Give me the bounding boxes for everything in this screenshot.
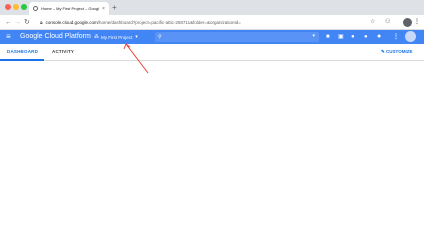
- tab-dashboard[interactable]: DASHBOARD: [7, 49, 38, 54]
- terminal-icon[interactable]: ▣: [338, 33, 344, 41]
- search-icon: ⚲: [158, 34, 162, 40]
- cloud-header: ≡ Google Cloud Platform ⁂ My First Proje…: [0, 30, 424, 44]
- avatar[interactable]: [405, 31, 416, 42]
- star-icon[interactable]: ☆: [370, 18, 375, 27]
- new-tab-button[interactable]: +: [112, 2, 117, 13]
- close-window-button[interactable]: [5, 4, 11, 10]
- minimize-window-button[interactable]: [13, 4, 19, 10]
- project-selector[interactable]: ⁂ My First Project ▾: [94, 33, 138, 41]
- browser-tab-bar: Home – My First Project – Googl × +: [0, 0, 424, 15]
- active-tab-indicator: [0, 59, 44, 61]
- subnav: DASHBOARD ACTIVITY: [0, 44, 424, 61]
- url-host: console.cloud.google.com: [45, 20, 98, 25]
- tab-title: Home – My First Project – Googl: [41, 6, 99, 11]
- customize-label: CUSTOMIZE: [386, 49, 413, 54]
- help-icon[interactable]: ●: [351, 33, 355, 41]
- more-icon[interactable]: ⋮: [393, 33, 399, 41]
- pencil-icon: ✎: [381, 49, 385, 54]
- forward-icon[interactable]: →: [14, 17, 21, 28]
- reload-icon[interactable]: ↻: [24, 17, 30, 28]
- customize-button[interactable]: ✎ CUSTOMIZE: [381, 49, 412, 55]
- product-title[interactable]: Google Cloud Platform: [20, 32, 91, 42]
- back-icon[interactable]: ←: [5, 17, 12, 28]
- settings-icon[interactable]: ●: [377, 33, 381, 41]
- browser-tab[interactable]: Home – My First Project – Googl ×: [29, 2, 109, 15]
- search-expand-icon[interactable]: ▾: [312, 33, 315, 39]
- browser-menu-icon[interactable]: ⋮: [414, 18, 420, 27]
- tab-favicon-icon: [33, 6, 38, 11]
- profile-icon[interactable]: [403, 18, 412, 27]
- maximize-window-button[interactable]: [21, 4, 27, 10]
- gift-icon[interactable]: ■: [326, 33, 330, 41]
- chevron-down-icon: ▾: [135, 34, 138, 40]
- extension-icon[interactable]: ⚇: [385, 18, 390, 27]
- tab-activity[interactable]: ACTIVITY: [52, 49, 74, 54]
- url-path: /home/dashboard?project=pacific-attic-25…: [97, 20, 241, 25]
- url-field[interactable]: 🔒︎ console.cloud.google.com /home/dashbo…: [36, 17, 368, 28]
- bell-icon[interactable]: ●: [364, 33, 368, 41]
- hamburger-icon[interactable]: ≡: [6, 32, 11, 42]
- tab-close-icon[interactable]: ×: [102, 6, 105, 12]
- address-bar-row: ← → ↻ 🔒︎ console.cloud.google.com /home/…: [0, 15, 424, 30]
- project-icon: ⁂: [94, 34, 99, 40]
- project-name: My First Project: [101, 34, 133, 40]
- search-input[interactable]: ⚲ ▾: [155, 32, 319, 42]
- lock-icon: 🔒︎: [40, 19, 43, 26]
